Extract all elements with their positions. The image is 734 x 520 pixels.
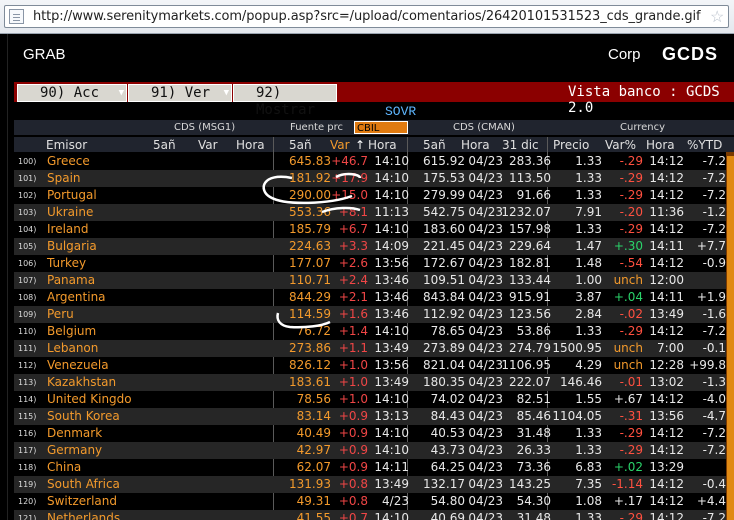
stroke-annotation xyxy=(335,172,362,179)
circle-annotation xyxy=(262,175,353,205)
hand-drawn-annotations xyxy=(262,172,362,329)
underline-annotation xyxy=(321,206,361,214)
bracket-annotation xyxy=(276,312,331,329)
